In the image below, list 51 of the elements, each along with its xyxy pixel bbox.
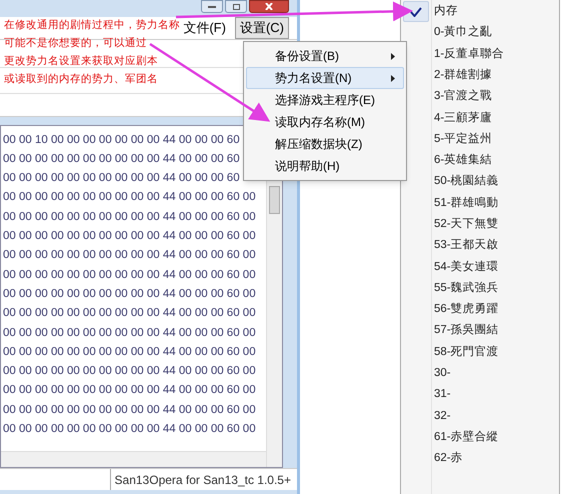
menu-item[interactable]: 文件(F)	[178, 17, 231, 40]
menu-item[interactable]: 31-	[401, 384, 559, 406]
menu-item[interactable]: 读取内存名称(M)	[246, 111, 404, 133]
menu-item[interactable]: 32-	[401, 406, 559, 427]
hex-row-text: 00 00 00 00 00 00 00 00 00 00 44 00 00 00 60 00	[3, 268, 256, 283]
hex-row-text: 00 00 00 00 00 00 00 00 00 00 44 00 00 00 60 00	[3, 383, 256, 398]
menu-item[interactable]: 56-雙虎勇躍	[401, 299, 559, 320]
maximize-button[interactable]	[225, 0, 247, 13]
hex-row-text: 00 00 00 00 00 00 00 00 00 00 44 00 00 00 60 00	[3, 364, 256, 380]
hex-row-text: 00 00 00 00 00 00 00 00 00 00 44 00 00 00 60 00	[3, 402, 256, 418]
menu-item[interactable]: 51-群雄鳴動	[401, 192, 559, 214]
hex-row-text: 00 00 00 00 00 00 00 00 00 00 44 00 00 00 60 00	[3, 326, 256, 340]
menu-item[interactable]: 0-黃巾之亂	[401, 22, 559, 44]
annotation-text: 或读取到的内存的势力、军团名	[4, 72, 158, 87]
hex-row-text: 00 00 00 00 00 00 00 00 00 00 44 00 00 00 60 00	[3, 344, 256, 360]
menu-item[interactable]: 势力名设置(N)	[246, 67, 404, 89]
menu-item[interactable]: 30-	[401, 363, 559, 384]
menu-item[interactable]: 备份设置(B)	[246, 45, 404, 67]
close-icon	[265, 3, 273, 10]
status-text: San13Opera for San13_tc 1.0.5+	[110, 469, 297, 490]
annotation-text: 在修改通用的剧情过程中，势力名称	[4, 18, 180, 33]
horizontal-scrollbar[interactable]	[1, 451, 266, 468]
hex-row-text: 00 00 00 00 00 00 00 00 00 00 44 00 00 00 60 00	[3, 422, 256, 437]
menu-item[interactable]: 解压缩数据块(Z)	[246, 133, 404, 155]
menu-item[interactable]: 设置(C)	[234, 17, 289, 40]
hex-row-text: 00 00 00 00 00 00 00 00 00 00 44 00 00 00 60 00	[3, 306, 256, 322]
menu-item[interactable]: 内存	[401, 1, 559, 22]
menu-item[interactable]: 说明帮助(H)	[246, 155, 404, 177]
hex-row-text: 00 00 00 00 00 00 00 00 00 00 44 00 00 00 60 00	[3, 210, 256, 225]
annotation-text: 更改势力名设置来获取对应剧本	[4, 54, 158, 69]
hex-row-text: 00 00 00 00 00 00 00 00 00 00 44 00 00 00 60	[3, 171, 240, 186]
hex-row-text: 00 00 00 00 00 00 00 00 00 00 44 00 00 00 60 00	[3, 248, 256, 264]
minimize-button[interactable]	[201, 0, 223, 13]
menu-item[interactable]: 50-桃園結義	[401, 171, 559, 193]
menu-item[interactable]: 58-死門官渡	[401, 342, 559, 364]
hex-row-text: 00 00 00 00 00 00 00 00 00 00 44 00 00 00 60 00	[3, 229, 256, 244]
annotation-text: 可能不是你想要的，可以通过	[4, 36, 147, 51]
menu-item[interactable]: 54-美女連環	[401, 256, 559, 278]
close-button[interactable]	[249, 0, 289, 13]
hex-row-text: 00 00 10 00 00 00 00 00 00 00 44 00 00 00 60	[3, 132, 240, 148]
hex-row-text: 00 00 00 00 00 00 00 00 00 00 44 00 00 00 60 00	[3, 286, 256, 302]
menu-item[interactable]: 61-赤壁合縱	[401, 426, 559, 448]
menu-item[interactable]: 52-天下無雙	[401, 214, 559, 236]
menu-item[interactable]: 62-赤	[401, 448, 559, 470]
menu-item[interactable]: 57-孫吳團結	[401, 320, 559, 342]
scroll-thumb[interactable]	[269, 186, 280, 214]
menu-item[interactable]: 55-魏武強兵	[401, 278, 559, 300]
menu-item[interactable]: 选择游戏主程序(E)	[246, 89, 404, 111]
hex-row-text: 00 00 00 00 00 00 00 00 00 00 44 00 00 00 60 00	[3, 190, 256, 206]
menu-item[interactable]: 53-王都天啟	[401, 235, 559, 257]
hex-row-text: 00 00 00 00 00 00 00 00 00 00 44 00 00 00 60	[3, 152, 240, 167]
